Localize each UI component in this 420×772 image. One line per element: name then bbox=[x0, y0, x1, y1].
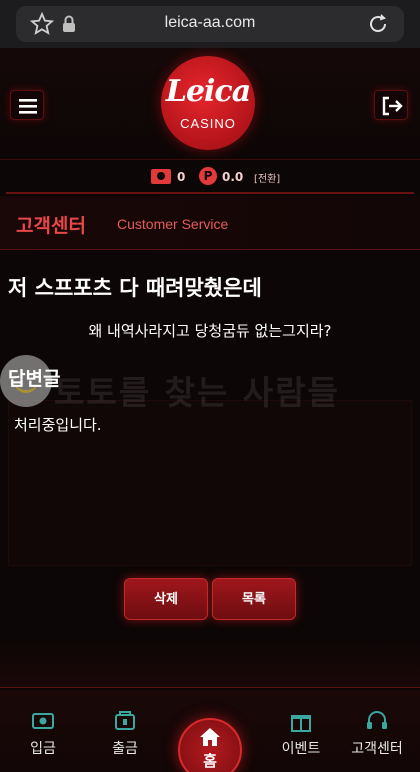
site-header: Leica CASINO bbox=[0, 48, 420, 160]
browser-bar: leica-aa.com bbox=[0, 0, 420, 48]
deposit-icon bbox=[32, 713, 54, 729]
hamburger-icon bbox=[19, 99, 37, 114]
nav-deposit-label: 입금 bbox=[30, 741, 56, 757]
post-body: 왜 내역사라지고 당청굼듀 없는그지라? bbox=[88, 322, 332, 340]
point-balance: 0.0 bbox=[222, 170, 244, 184]
cash-icon bbox=[151, 169, 171, 184]
menu-button[interactable] bbox=[10, 90, 44, 120]
logout-button[interactable] bbox=[374, 90, 408, 120]
post-title: 저 스프포츠 다 때려맞췄은데 bbox=[8, 276, 262, 300]
exchange-link[interactable]: [전환] bbox=[254, 170, 280, 185]
list-button[interactable]: 목록 bbox=[212, 578, 296, 620]
logo-subtitle: CASINO bbox=[180, 116, 236, 131]
nav-withdraw[interactable]: 출금 bbox=[90, 710, 160, 758]
url-text: leica-aa.com bbox=[164, 14, 256, 31]
delete-button[interactable]: 삭제 bbox=[124, 578, 208, 620]
nav-withdraw-label: 출금 bbox=[112, 741, 138, 757]
page-title: 고객센터 bbox=[16, 215, 86, 237]
footer-glow bbox=[0, 640, 420, 688]
gift-icon bbox=[291, 715, 311, 732]
withdraw-icon bbox=[115, 711, 135, 730]
address-bar[interactable]: leica-aa.com bbox=[16, 6, 404, 42]
logo-script: Leica bbox=[165, 74, 251, 109]
casino-logo[interactable]: Leica CASINO bbox=[161, 56, 255, 150]
home-icon bbox=[200, 728, 220, 746]
nav-home-label: 홈 bbox=[203, 752, 217, 770]
answer-text: 처리중입니다. bbox=[14, 416, 102, 434]
answer-label: 답변글 bbox=[8, 368, 61, 390]
nav-event-label: 이벤트 bbox=[281, 741, 321, 757]
bottom-nav: 입금 출금 홈 이벤트 고객센터 bbox=[0, 690, 420, 772]
balance-bar: 0 P 0.0 [전환] bbox=[0, 160, 420, 192]
cash-balance: 0 bbox=[177, 170, 186, 184]
nav-home[interactable]: 홈 bbox=[178, 718, 242, 772]
nav-event[interactable]: 이벤트 bbox=[266, 710, 336, 758]
page-subtitle: Customer Service bbox=[117, 216, 229, 232]
logout-icon bbox=[382, 96, 403, 116]
reload-icon[interactable] bbox=[366, 12, 390, 36]
nav-deposit[interactable]: 입금 bbox=[8, 710, 78, 758]
point-icon: P bbox=[199, 167, 217, 185]
section-header: 고객센터 Customer Service bbox=[0, 196, 420, 250]
headset-icon bbox=[367, 711, 387, 729]
nav-support[interactable]: 고객센터 bbox=[342, 710, 412, 758]
watermark-text: 토토를 찾는 사람들 bbox=[54, 373, 340, 412]
nav-support-label: 고객센터 bbox=[351, 741, 403, 757]
